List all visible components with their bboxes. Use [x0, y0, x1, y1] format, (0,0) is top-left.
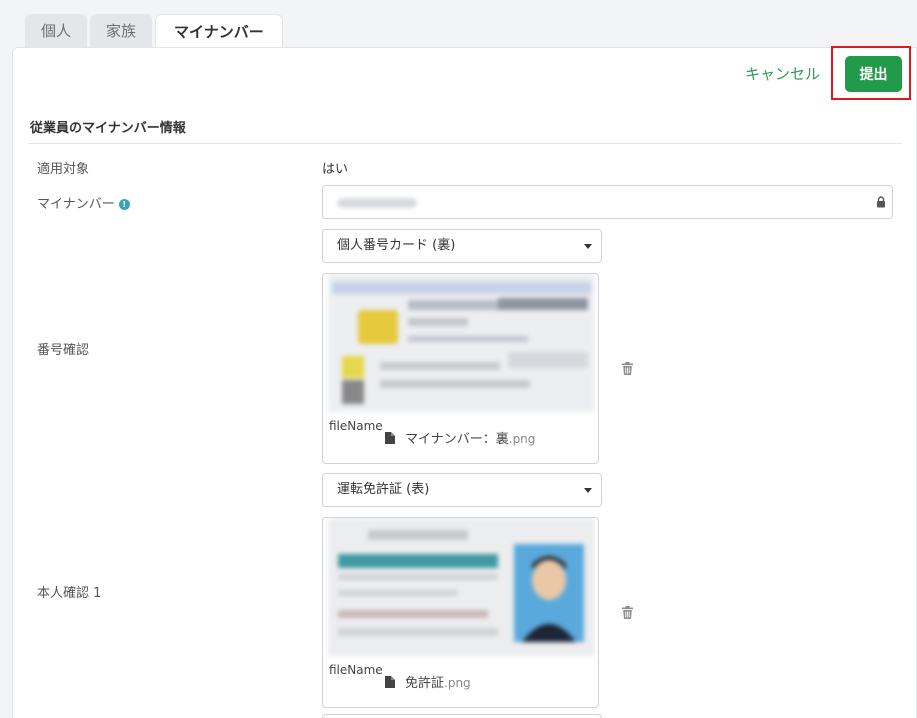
file-name-base: 免許証 [405, 676, 445, 691]
tab-mynumber[interactable]: マイナンバー [155, 14, 283, 48]
identity-check-label: 本人確認 1 [37, 586, 102, 601]
section-divider [28, 143, 902, 144]
file-icon [385, 676, 395, 688]
mynumber-label: マイナンバー [37, 197, 115, 212]
applicable-value: はい [322, 162, 349, 177]
next-document-select[interactable] [322, 714, 602, 718]
tab-family[interactable]: 家族 [90, 14, 153, 48]
submit-button[interactable]: 提出 [845, 56, 902, 92]
mynumber-label-row: マイナンバー! [37, 193, 130, 212]
trash-icon[interactable] [622, 362, 633, 375]
tab-personal[interactable]: 個人 [25, 14, 88, 48]
cancel-button[interactable]: キャンセル [745, 63, 820, 84]
identity-check-document-value: 運転免許証 (表) [337, 482, 430, 497]
number-check-document-value: 個人番号カード (裏) [337, 238, 456, 253]
file-label: fileName [329, 419, 383, 433]
trash-icon[interactable] [622, 606, 633, 619]
file-name-base: マイナンバー：裏 [405, 432, 509, 447]
drivers-license-front-image [328, 518, 595, 656]
number-check-upload-card[interactable]: fileName マイナンバー：裏.png [322, 273, 599, 464]
number-check-document-select[interactable]: 個人番号カード (裏) [322, 229, 602, 263]
section-title: 従業員のマイナンバー情報 [30, 121, 186, 136]
file-name[interactable]: 免許証.png [385, 672, 471, 691]
chevron-down-icon [584, 488, 592, 493]
lock-icon [877, 196, 885, 208]
info-icon[interactable]: ! [118, 199, 130, 210]
tab-bar: 個人 家族 マイナンバー [25, 14, 283, 48]
file-name-ext: .png [508, 432, 536, 446]
mynumber-input[interactable] [322, 185, 893, 219]
number-check-label: 番号確認 [37, 343, 90, 358]
file-name-ext: .png [444, 676, 471, 690]
file-icon [385, 432, 395, 444]
identity-check-document-select[interactable]: 運転免許証 (表) [322, 473, 602, 507]
chevron-down-icon [584, 244, 592, 249]
mynumber-card-back-image [328, 274, 595, 412]
applicable-label: 適用対象 [37, 162, 90, 177]
masked-mynumber-value [337, 198, 417, 208]
file-label: fileName [329, 663, 383, 677]
identity-check-upload-card[interactable]: fileName 免許証.png [322, 517, 599, 708]
file-name[interactable]: マイナンバー：裏.png [385, 428, 535, 447]
